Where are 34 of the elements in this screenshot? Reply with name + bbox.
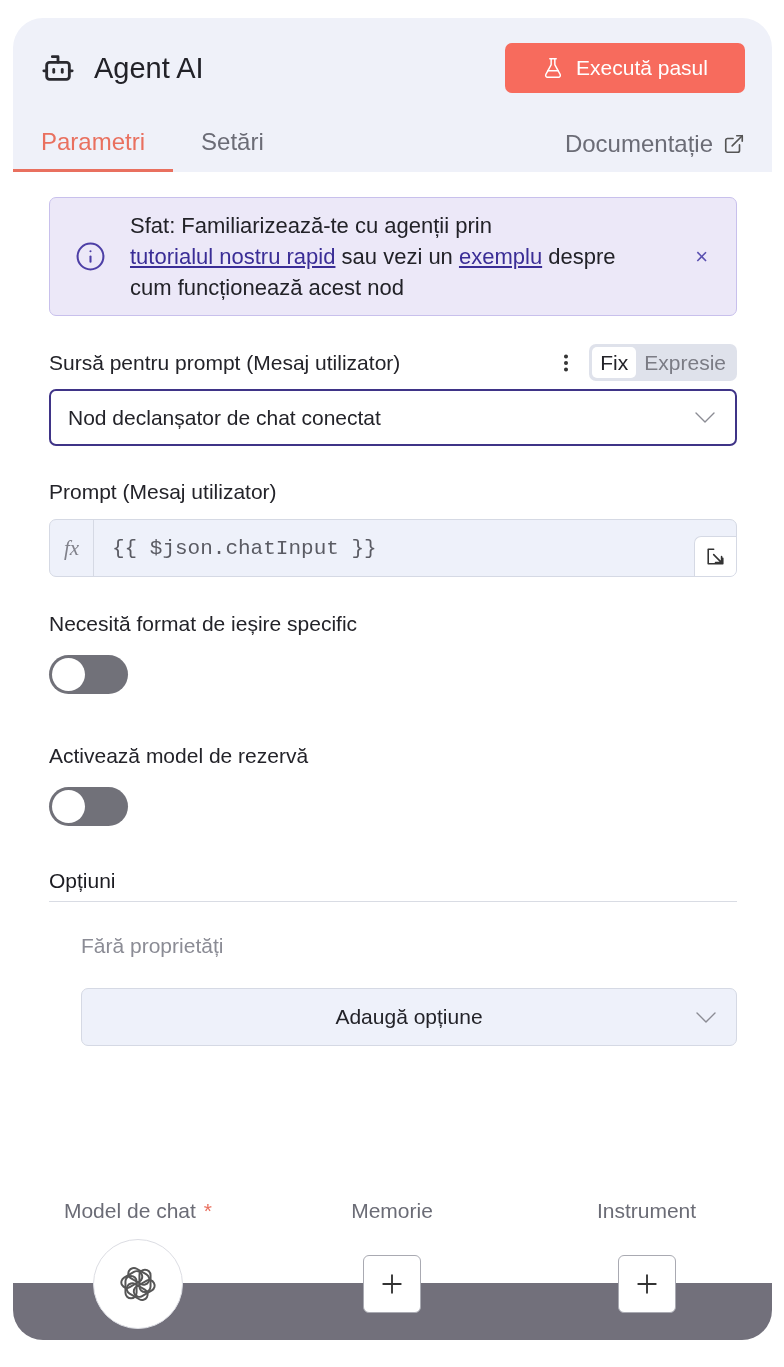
info-icon [75,241,106,272]
close-button[interactable]: × [691,244,712,269]
connection-label: Memorie [351,1199,433,1223]
connection-label: Model de chat [63,1199,196,1223]
field-label: Sursă pentru prompt (Mesaj utilizator) [49,349,401,376]
text-link[interactable]: exemplu [458,244,543,269]
external-link-icon [723,132,745,155]
toggle-switch[interactable] [49,787,128,826]
empty-note: Fără proprietăți [81,934,224,958]
expand-button[interactable] [694,536,736,576]
add-option-dropdown[interactable]: Adaugă opțiune [81,988,737,1046]
knot-icon [119,1265,157,1303]
prompt-field[interactable]: fx {{ $json.chatInput }} [49,519,737,577]
tab[interactable]: Setări [173,115,292,172]
toggle-switch[interactable] [49,655,128,694]
connection-label: Instrument [596,1199,697,1223]
tip-text: Sfat: Familiarizează-te cu agenții prin tutorialul nostru rapid sau vezi un exemplu despre cum funcționează acest nod [130,212,617,302]
mode-option[interactable]: Fix [592,347,637,378]
fx-label: fx [50,520,94,576]
field-label: Necesită format de ieșire specific [49,611,358,637]
documentation-link[interactable]: Documentație [564,115,745,172]
chevron-down-icon [695,412,715,423]
required-marker: * [203,1199,213,1223]
add-node-button[interactable] [363,1255,421,1313]
node-title: Agent AI [94,51,204,85]
add-node-button[interactable] [617,1255,676,1313]
source-select[interactable]: Nod declanșator de chat conectat [49,389,737,446]
text-link[interactable]: tutorialul nostru rapid [130,244,336,269]
chevron-down-icon [696,1011,716,1023]
section-title: Opțiuni [49,869,116,893]
field-label: Activează model de rezervă [49,743,309,769]
mode-option[interactable]: Expresie [636,347,734,378]
expand-icon [707,548,724,565]
field-label: Prompt (Mesaj utilizator) [49,479,277,505]
